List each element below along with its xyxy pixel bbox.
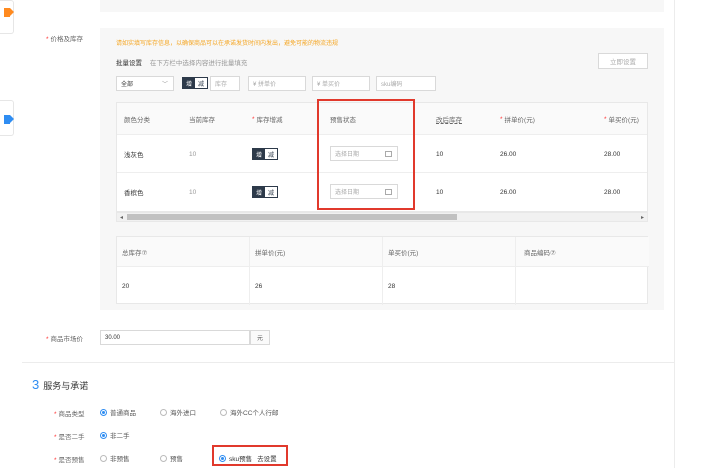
row-stock: 10 bbox=[189, 150, 197, 158]
left-nav-widget bbox=[0, 0, 14, 34]
summary-header bbox=[117, 237, 649, 267]
summary-table: 总库存⑦ 拼单价(元) 单买价(元) 商品编码⑦ 20 26 28 bbox=[116, 236, 649, 305]
col-new-stock: 改后库存 bbox=[436, 117, 462, 124]
section-title: 服务与承诺 bbox=[43, 381, 89, 391]
price-stock-label: * 价格及库存 bbox=[46, 36, 84, 43]
summary-total-stock-header: 总库存⑦ bbox=[122, 250, 148, 257]
batch-stock-input[interactable]: 库存 bbox=[210, 76, 240, 91]
radio-icon[interactable] bbox=[160, 454, 167, 462]
chevron-down-icon: ﹀ bbox=[161, 82, 168, 88]
summary-col-divider bbox=[249, 237, 250, 305]
increase-button[interactable]: 增 bbox=[253, 187, 265, 197]
row-group-price[interactable]: 26.00 bbox=[500, 135, 516, 173]
row-single-price[interactable]: 28.00 bbox=[604, 173, 620, 211]
col-current-stock: 当前库存 bbox=[189, 117, 215, 124]
presale-highlight-box bbox=[317, 99, 415, 210]
batch-single-price-input[interactable]: ¥ 单买价 bbox=[312, 76, 370, 91]
type-option-cc[interactable]: 海外CC个人行邮 bbox=[220, 407, 278, 417]
row-single-price[interactable]: 28.00 bbox=[604, 135, 620, 173]
radio-icon[interactable] bbox=[100, 454, 107, 462]
scroll-right-icon[interactable]: ▸ bbox=[641, 214, 644, 221]
summary-single-price: 28 bbox=[388, 282, 396, 290]
row-color: 浅灰色 bbox=[124, 152, 144, 159]
section-divider bbox=[22, 362, 674, 363]
batch-group-price-input[interactable]: ¥ 拼单价 bbox=[248, 76, 306, 91]
summary-col-divider bbox=[382, 237, 383, 305]
service-heading: 3 服务与承诺 bbox=[32, 377, 88, 392]
batch-hint: 在下方栏中选择内容进行批量填充 bbox=[149, 60, 248, 67]
second-hand-label: * 是否二手 bbox=[54, 434, 85, 441]
nav-arrow-orange-icon bbox=[10, 8, 14, 16]
right-rail bbox=[674, 0, 675, 468]
col-group-price: * 拼单价(元) bbox=[500, 115, 535, 125]
scroll-thumb[interactable] bbox=[127, 214, 457, 220]
summary-col-divider bbox=[515, 237, 516, 305]
radio-icon[interactable] bbox=[160, 408, 167, 416]
market-price-unit: 元 bbox=[250, 330, 270, 345]
col-stock-change: * 库存增减 bbox=[252, 115, 283, 125]
batch-setting-row: 批量设置 在下方栏中选择内容进行批量填充 bbox=[116, 57, 247, 67]
row-stock: 10 bbox=[189, 188, 197, 196]
radio-selected-icon[interactable] bbox=[100, 408, 107, 416]
increase-button[interactable]: 增 bbox=[183, 78, 195, 88]
batch-type-select[interactable]: 全部 ﹀ bbox=[116, 76, 174, 91]
nav-arrow-blue-icon bbox=[10, 115, 14, 123]
decrease-button[interactable]: 减 bbox=[195, 78, 207, 88]
presale-label: * 是否预售 bbox=[54, 457, 85, 464]
col-single-price: * 单买价(元) bbox=[604, 115, 639, 125]
row-new-stock: 10 bbox=[436, 188, 444, 196]
col-color: 颜色分类 bbox=[124, 117, 150, 124]
section-number: 3 bbox=[32, 377, 40, 392]
batch-sku-input[interactable]: sku编码 bbox=[376, 76, 436, 91]
table-scrollbar[interactable]: ◂ ▸ bbox=[116, 212, 648, 222]
product-type-label: * 商品类型 bbox=[54, 411, 85, 418]
second-hand-option[interactable]: 非二手 bbox=[100, 430, 130, 440]
apply-button[interactable]: 立即设置 bbox=[598, 53, 648, 69]
row-new-stock: 10 bbox=[436, 150, 444, 158]
row-color: 香槟色 bbox=[124, 190, 144, 197]
summary-sku-code-header: 商品编码⑦ bbox=[524, 250, 556, 257]
market-price-input[interactable]: 30.00 bbox=[100, 330, 250, 345]
row-stock-toggle[interactable]: 增 减 bbox=[252, 148, 278, 160]
increase-button[interactable]: 增 bbox=[253, 149, 265, 159]
left-nav-widget-2 bbox=[0, 100, 14, 136]
decrease-button[interactable]: 减 bbox=[265, 149, 277, 159]
presale-option-presale[interactable]: 预售 bbox=[160, 453, 183, 463]
top-section-strip bbox=[100, 0, 664, 12]
decrease-button[interactable]: 减 bbox=[265, 187, 277, 197]
batch-stock-toggle[interactable]: 增 减 bbox=[182, 77, 208, 89]
summary-single-price-header: 单买价(元) bbox=[388, 250, 419, 257]
scroll-left-icon[interactable]: ◂ bbox=[120, 214, 123, 221]
type-option-normal[interactable]: 普通商品 bbox=[100, 407, 136, 417]
summary-group-price: 26 bbox=[255, 282, 263, 290]
market-price-label: * 商品市场价 bbox=[46, 336, 84, 343]
presale-option-none[interactable]: 非预售 bbox=[100, 453, 130, 463]
row-stock-toggle[interactable]: 增 减 bbox=[252, 186, 278, 198]
row-group-price[interactable]: 26.00 bbox=[500, 173, 516, 211]
batch-label: 批量设置 bbox=[116, 60, 142, 67]
stock-notice: 请如实填写库存信息，以确保商品可以在承诺发货时间内发出，避免可能的物流违规 bbox=[116, 41, 339, 47]
sku-presale-highlight-box bbox=[212, 445, 288, 466]
radio-selected-icon[interactable] bbox=[100, 431, 107, 439]
summary-group-price-header: 拼单价(元) bbox=[255, 250, 286, 257]
radio-icon[interactable] bbox=[220, 408, 227, 416]
type-option-import[interactable]: 海外进口 bbox=[160, 407, 196, 417]
summary-total-stock: 20 bbox=[122, 282, 130, 290]
